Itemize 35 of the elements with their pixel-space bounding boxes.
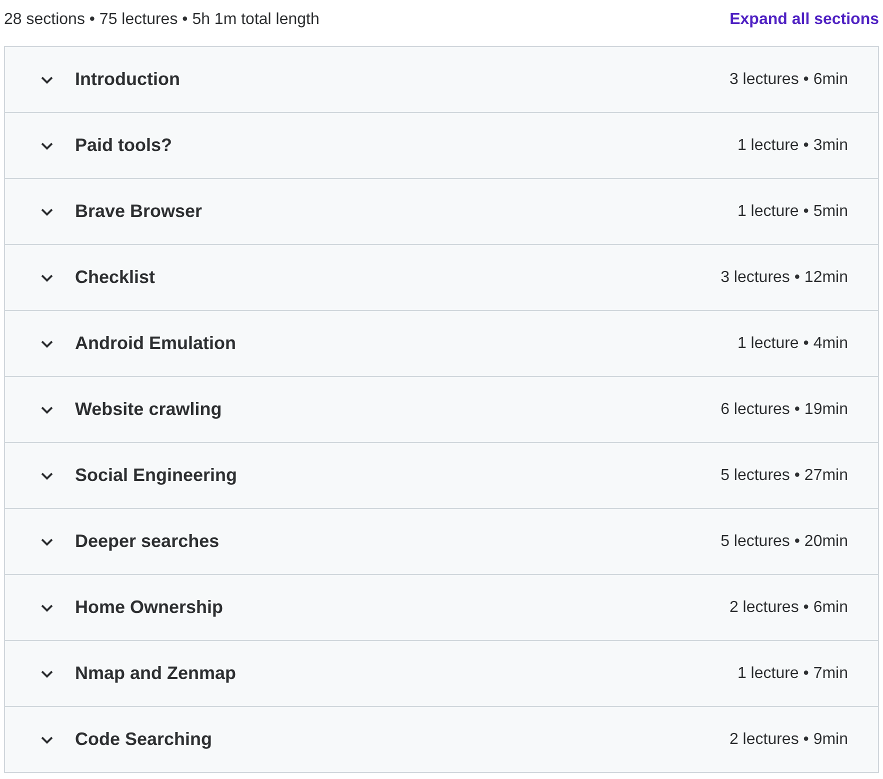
section-meta: 1 lecture • 4min (737, 334, 848, 352)
section-header[interactable]: Checklist 3 lectures • 12min (5, 245, 878, 311)
section-meta: 1 lecture • 7min (737, 664, 848, 682)
section-title: Android Emulation (75, 333, 237, 354)
section-header[interactable]: Brave Browser 1 lecture • 5min (5, 179, 878, 245)
section-meta: 5 lectures • 27min (720, 466, 848, 484)
section-header[interactable]: Social Engineering 5 lectures • 27min (5, 443, 878, 509)
course-summary: 28 sections • 75 lectures • 5h 1m total length (4, 11, 320, 29)
section-header[interactable]: Home Ownership 2 lectures • 6min (5, 575, 878, 641)
section-title: Introduction (75, 69, 181, 90)
section-meta: 5 lectures • 20min (720, 532, 848, 550)
section-title: Paid tools? (75, 135, 174, 156)
section-header[interactable]: Code Searching 2 lectures • 9min (5, 707, 878, 773)
section-title: Website crawling (75, 399, 223, 420)
section-meta: 3 lectures • 6min (729, 70, 848, 88)
section-title: Code Searching (75, 729, 214, 750)
expand-all-link[interactable]: Expand all sections (730, 11, 879, 29)
section-title: Deeper searches (75, 531, 220, 552)
section-header[interactable]: Paid tools? 1 lecture • 3min (5, 113, 878, 179)
section-meta: 1 lecture • 5min (737, 202, 848, 220)
section-header[interactable]: Android Emulation 1 lecture • 4min (5, 311, 878, 377)
section-meta: 3 lectures • 12min (720, 268, 848, 286)
section-header[interactable]: Deeper searches 5 lectures • 20min (5, 509, 878, 575)
section-header[interactable]: Nmap and Zenmap 1 lecture • 7min (5, 641, 878, 707)
section-title: Social Engineering (75, 465, 238, 486)
section-meta: 1 lecture • 3min (737, 136, 848, 154)
section-title: Checklist (75, 267, 156, 288)
section-header[interactable]: Website crawling 6 lectures • 19min (5, 377, 878, 443)
section-title: Brave Browser (75, 201, 204, 222)
section-title: Nmap and Zenmap (75, 663, 238, 684)
section-header[interactable]: Introduction 3 lectures • 6min (5, 47, 878, 113)
section-meta: 2 lectures • 6min (729, 598, 848, 616)
section-title: Home Ownership (75, 597, 224, 618)
section-meta: 2 lectures • 9min (729, 730, 848, 748)
section-meta: 6 lectures • 19min (720, 400, 848, 418)
